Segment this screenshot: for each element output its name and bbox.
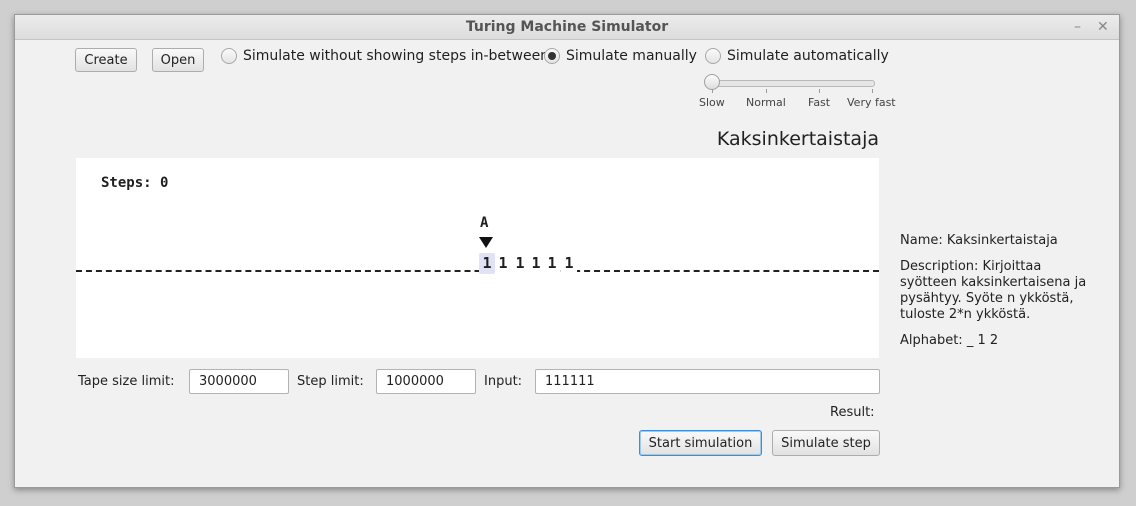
tape-size-label: Tape size limit:: [78, 374, 175, 389]
steps-counter: Steps: 0: [101, 175, 169, 191]
create-button[interactable]: Create: [75, 48, 137, 72]
mode-label: Simulate manually: [566, 48, 697, 64]
tape-cell: 1: [561, 253, 577, 274]
speed-label-slow: Slow: [699, 96, 725, 109]
simulate-step-button[interactable]: Simulate step: [772, 430, 880, 456]
speed-slider-thumb[interactable]: [704, 74, 720, 90]
close-icon[interactable]: ✕: [1097, 19, 1109, 35]
open-button[interactable]: Open: [152, 48, 204, 72]
speed-label-fast: Fast: [808, 96, 831, 109]
tape-line: [76, 270, 879, 272]
speed-tick: [819, 89, 820, 93]
mode-label: Simulate automatically: [727, 48, 889, 64]
window-title: Turing Machine Simulator: [465, 19, 669, 35]
step-limit-input[interactable]: [376, 369, 476, 394]
machine-alphabet: Alphabet: _ 1 2: [900, 333, 999, 348]
speed-tick: [712, 89, 713, 93]
speed-tick: [872, 89, 873, 93]
tape-cell: 1: [495, 253, 511, 274]
machine-title: Kaksinkertaistaja: [716, 128, 879, 150]
radio-circle: [544, 48, 560, 64]
title-bar[interactable]: Turing Machine Simulator – ✕: [15, 15, 1119, 40]
tape-size-input[interactable]: [189, 369, 289, 394]
speed-tick: [766, 89, 767, 93]
tape-cell-current: 1: [479, 253, 495, 274]
tape-input-field[interactable]: [535, 369, 880, 394]
machine-description: Description: Kirjoittaa syötteen kaksink…: [900, 259, 1087, 322]
radio-circle: [705, 48, 721, 64]
start-simulation-button[interactable]: Start simulation: [639, 430, 762, 456]
tape-head-arrow-icon: [479, 237, 493, 248]
tape-panel: Steps: 0 A 1 1 1 1 1 1: [76, 158, 879, 358]
tape-cell: 1: [528, 253, 544, 274]
head-state-label: A: [480, 215, 489, 231]
main-window: Turing Machine Simulator – ✕ Create Open…: [14, 14, 1120, 488]
speed-slider-track[interactable]: [707, 80, 875, 87]
tape-cell: 1: [512, 253, 528, 274]
speed-label-very-fast: Very fast: [847, 96, 896, 109]
mode-radio-manual[interactable]: Simulate manually: [544, 48, 697, 64]
mode-label: Simulate without showing steps in-betwee…: [243, 48, 550, 64]
step-limit-label: Step limit:: [297, 374, 364, 389]
input-label: Input:: [484, 374, 523, 389]
mode-radio-automatic[interactable]: Simulate automatically: [705, 48, 889, 64]
machine-name: Name: Kaksinkertaistaja: [900, 233, 1058, 248]
radio-selected-dot: [548, 52, 556, 60]
mode-radio-no-steps[interactable]: Simulate without showing steps in-betwee…: [221, 48, 549, 64]
speed-label-normal: Normal: [746, 96, 786, 109]
result-label: Result:: [830, 405, 875, 420]
minimize-icon[interactable]: –: [1074, 19, 1081, 35]
radio-circle: [221, 48, 237, 64]
tape-cell: 1: [544, 253, 560, 274]
